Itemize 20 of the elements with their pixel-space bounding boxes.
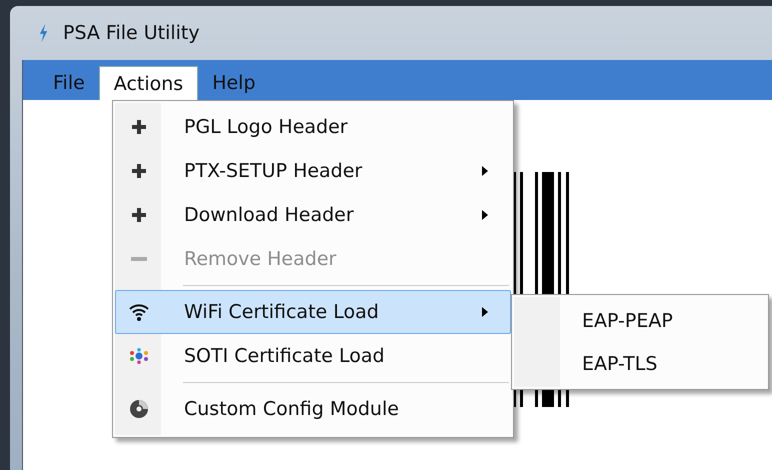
- menu-bar-item[interactable]: Actions: [98, 66, 198, 100]
- menu-item[interactable]: PGL Logo Header: [115, 105, 511, 149]
- menu-item[interactable]: Custom Config Module: [115, 387, 511, 431]
- menu-item[interactable]: SOTI Certificate Load: [115, 334, 511, 378]
- dots-icon: [129, 348, 149, 364]
- menu-item[interactable]: PTX-SETUP Header: [115, 149, 511, 193]
- plus-icon: [131, 163, 147, 179]
- window-title: PSA File Utility: [63, 22, 200, 44]
- submenu-item[interactable]: EAP-TLS: [512, 342, 768, 385]
- plus-icon: [131, 119, 147, 135]
- menu-bar-item[interactable]: Help: [198, 66, 270, 100]
- lightning-icon: [38, 23, 49, 43]
- submenu-item[interactable]: EAP-PEAP: [512, 299, 768, 342]
- wifi-icon: [129, 303, 149, 321]
- menu-item[interactable]: WiFi Certificate Load: [115, 290, 511, 334]
- disc-icon: [129, 399, 149, 419]
- menu-bar-item[interactable]: File: [39, 66, 99, 100]
- minus-icon: [131, 257, 147, 261]
- menu-item[interactable]: Download Header: [115, 193, 511, 237]
- plus-icon: [131, 207, 147, 223]
